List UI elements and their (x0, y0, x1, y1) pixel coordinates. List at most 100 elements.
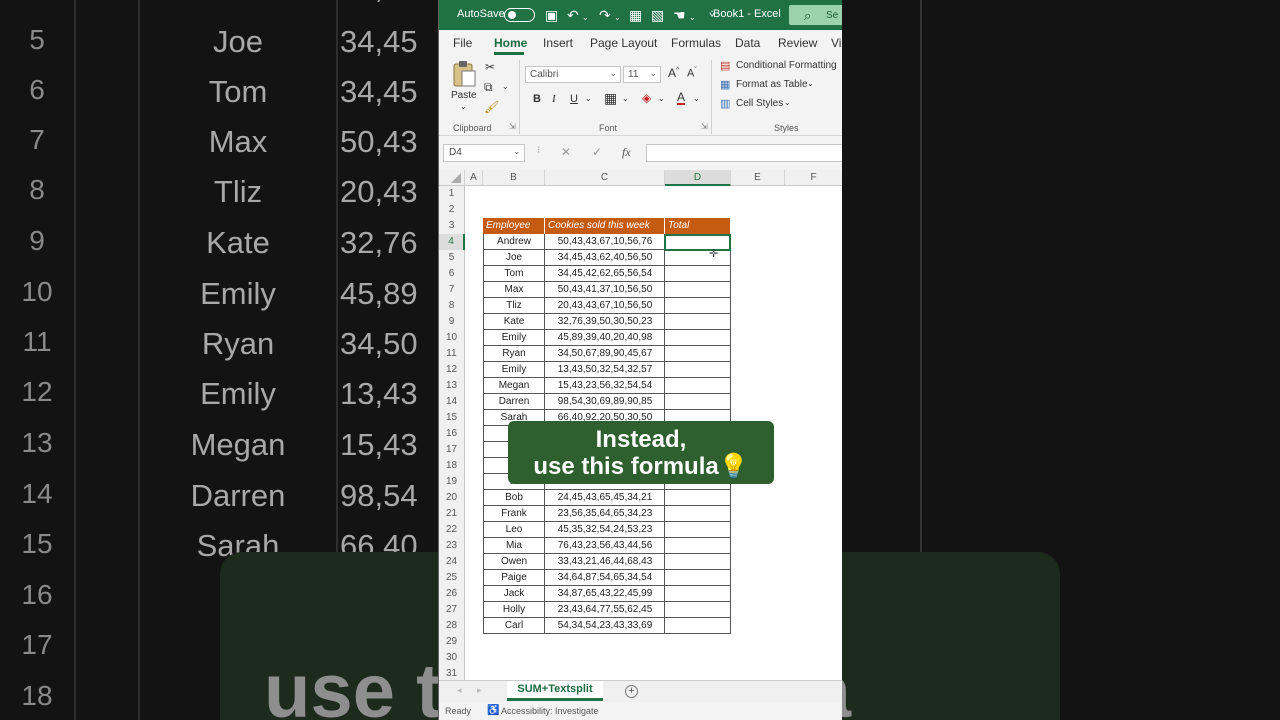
cell-cookies[interactable]: 23,56,35,64,65,34,23 (545, 506, 665, 522)
cell-employee[interactable]: Holly (483, 602, 545, 618)
italic-button[interactable]: I (552, 93, 556, 105)
chevron-down-icon[interactable]: ⌄ (614, 10, 621, 26)
font-name-select[interactable]: Calibri ⌄ (525, 66, 621, 83)
row-header[interactable]: 9 (439, 314, 465, 330)
enter-icon[interactable]: ✓ (592, 145, 602, 159)
row-header[interactable]: 12 (439, 362, 465, 378)
row-header[interactable]: 22 (439, 522, 465, 538)
cell-cookies[interactable]: 45,89,39,40,20,40,98 (545, 330, 665, 346)
cell-cookies[interactable]: 15,43,23,56,32,54,54 (545, 378, 665, 394)
tab-review[interactable]: Review (778, 36, 817, 50)
column-header[interactable]: D (665, 170, 731, 186)
cell-total[interactable] (665, 346, 731, 362)
cell-employee[interactable]: Max (483, 282, 545, 298)
undo-icon[interactable]: ↶ (567, 7, 579, 23)
row-header[interactable]: 11 (439, 346, 465, 362)
copy-icon[interactable]: ⧉ (484, 80, 493, 95)
grid-icon[interactable]: ▦ (629, 7, 642, 23)
add-sheet-icon[interactable]: + (625, 685, 638, 698)
select-all-corner[interactable] (439, 170, 465, 186)
tab-formulas[interactable]: Formulas (671, 36, 721, 50)
cell-styles-button[interactable]: Cell Styles (736, 98, 783, 109)
underline-button[interactable]: U (570, 93, 578, 105)
tab-data[interactable]: Data (735, 36, 760, 50)
launcher-icon[interactable]: ⇲ (509, 122, 516, 131)
header-employee[interactable]: Employee (483, 218, 545, 234)
cell-total[interactable] (665, 586, 731, 602)
cell-total[interactable] (665, 298, 731, 314)
tab-page-layout[interactable]: Page Layout (590, 36, 657, 50)
cell-employee[interactable]: Carl (483, 618, 545, 634)
cell-employee[interactable]: Ryan (483, 346, 545, 362)
row-header[interactable]: 25 (439, 570, 465, 586)
chevron-down-icon[interactable]: ⌄ (693, 94, 700, 103)
row-header[interactable]: 17 (439, 442, 465, 458)
column-header[interactable]: C (545, 170, 665, 186)
cell-cookies[interactable]: 34,45,43,62,40,56,50 (545, 250, 665, 266)
row-header[interactable]: 10 (439, 330, 465, 346)
cell-total[interactable] (665, 522, 731, 538)
borders-icon[interactable]: ▦ (604, 90, 617, 107)
font-size-select[interactable]: 11 ⌄ (623, 66, 661, 83)
cell-employee[interactable]: Darren (483, 394, 545, 410)
cell-total[interactable] (665, 538, 731, 554)
row-header[interactable]: 20 (439, 490, 465, 506)
row-header[interactable]: 18 (439, 458, 465, 474)
column-header[interactable]: B (483, 170, 545, 186)
cell-total[interactable] (665, 266, 731, 282)
cell-employee[interactable]: Emily (483, 330, 545, 346)
chevron-down-icon[interactable]: ⌄ (807, 79, 814, 88)
cell-cookies[interactable]: 34,50,67,89,90,45,67 (545, 346, 665, 362)
row-header[interactable]: 24 (439, 554, 465, 570)
accessibility-icon[interactable]: ♿ (487, 705, 499, 716)
cell-employee[interactable]: Bob (483, 490, 545, 506)
cell-cookies[interactable]: 50,43,43,67,10,56,76 (545, 234, 665, 250)
accessibility-status[interactable]: Accessibility: Investigate (501, 706, 599, 716)
cell-employee[interactable]: Megan (483, 378, 545, 394)
format-painter-icon[interactable]: 🖌 (484, 100, 499, 114)
cell-total[interactable] (665, 618, 731, 634)
chart-icon[interactable]: ▧ (651, 7, 664, 23)
cell-cookies[interactable]: 50,43,41,37,10,56,50 (545, 282, 665, 298)
chevron-down-icon[interactable]: ⌄ (658, 94, 665, 103)
chevron-down-icon[interactable]: ⌄ (582, 10, 589, 26)
cut-icon[interactable]: ✂ (485, 60, 495, 74)
cell-total[interactable] (665, 554, 731, 570)
active-cell[interactable] (664, 234, 731, 251)
cell-employee[interactable]: Paige (483, 570, 545, 586)
name-box[interactable]: D4 ⌄ (443, 144, 525, 162)
cell-employee[interactable]: Owen (483, 554, 545, 570)
cell-cookies[interactable]: 20,43,43,67,10,56,50 (545, 298, 665, 314)
cell-total[interactable] (665, 490, 731, 506)
increase-font-icon[interactable]: A^ (668, 66, 679, 80)
launcher-icon[interactable]: ⇲ (701, 122, 708, 131)
row-header[interactable]: 21 (439, 506, 465, 522)
chevron-down-icon[interactable]: ⌄ (689, 10, 696, 26)
cell-cookies[interactable]: 34,64,87,54,65,34,54 (545, 570, 665, 586)
chevron-down-icon[interactable]: ⌄ (784, 98, 791, 107)
cell-employee[interactable]: Tliz (483, 298, 545, 314)
chevron-down-icon[interactable]: ⌄ (585, 94, 592, 103)
row-header[interactable]: 7 (439, 282, 465, 298)
cell-cookies[interactable]: 13,43,50,32,54,32,57 (545, 362, 665, 378)
tab-file[interactable]: File (453, 36, 472, 50)
row-header[interactable]: 5 (439, 250, 465, 266)
cell-cookies[interactable]: 23,43,64,77,55,62,45 (545, 602, 665, 618)
font-color-icon[interactable]: A (677, 91, 686, 105)
cell-total[interactable] (665, 394, 731, 410)
redo-icon[interactable]: ↷ (599, 7, 611, 23)
cell-employee[interactable]: Andrew (483, 234, 545, 250)
decrease-font-icon[interactable]: Aˇ (687, 67, 697, 80)
cell-total[interactable] (665, 378, 731, 394)
cell-employee[interactable]: Emily (483, 362, 545, 378)
cell-employee[interactable]: Leo (483, 522, 545, 538)
row-header[interactable]: 23 (439, 538, 465, 554)
row-header[interactable]: 3 (439, 218, 465, 234)
paste-button[interactable]: Paste ⌄ (451, 60, 477, 112)
column-header[interactable]: F (785, 170, 842, 186)
cell-cookies[interactable]: 34,45,42,62,65,56,54 (545, 266, 665, 282)
chevron-down-icon[interactable]: ⌄ (502, 82, 509, 91)
cell-employee[interactable]: Frank (483, 506, 545, 522)
cell-total[interactable] (665, 362, 731, 378)
header-total[interactable]: Total (665, 218, 731, 234)
